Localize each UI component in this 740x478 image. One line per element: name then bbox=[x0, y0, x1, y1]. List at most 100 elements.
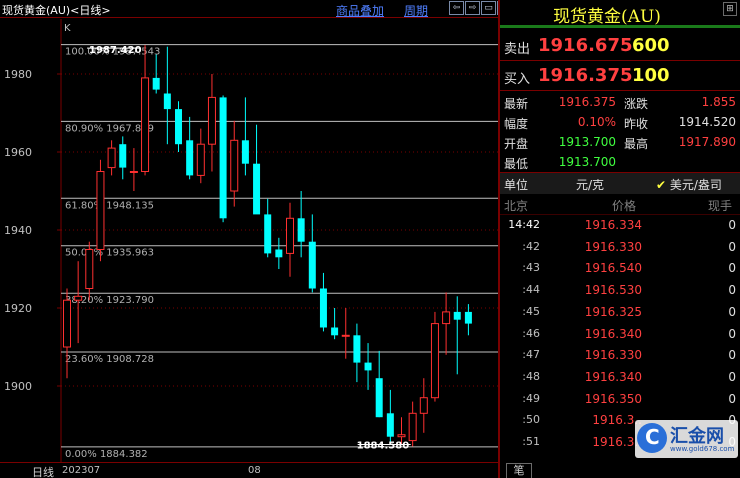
y-tick-label: 1960 bbox=[4, 146, 32, 159]
candle-body bbox=[453, 311, 461, 320]
tick-price: 1916.3.. bbox=[592, 435, 642, 449]
tick-row[interactable]: 14:42 1916.334 0 bbox=[500, 218, 740, 240]
candle-body bbox=[297, 218, 305, 242]
watermark: 汇金网 www.gold678.com bbox=[635, 420, 738, 458]
tick-price: 1916.334 bbox=[584, 218, 642, 232]
stat-label: 最高 bbox=[624, 137, 649, 151]
candle-body bbox=[175, 109, 182, 145]
unit-value[interactable]: 元/克 bbox=[576, 176, 604, 193]
candle-body bbox=[286, 217, 294, 254]
candle-body bbox=[107, 147, 116, 169]
stat-label: 昨收 bbox=[624, 117, 649, 131]
buy-label: 买入 bbox=[504, 72, 531, 87]
candlestick-chart[interactable]: 1900 1920 1940 1960 1980 100.00% 1987.543 80.9… bbox=[0, 19, 498, 462]
candle-body bbox=[408, 412, 417, 442]
fib-label: 0.00% 1884.382 bbox=[65, 449, 148, 460]
tick-price: 1916.350 bbox=[584, 391, 642, 406]
tick-time: :51 bbox=[522, 435, 540, 448]
candle-body bbox=[163, 93, 171, 110]
th-place: 北京 bbox=[504, 199, 529, 213]
scroll-left-button[interactable]: ⇦ bbox=[449, 1, 464, 15]
candle-body bbox=[207, 96, 216, 145]
tick-time: :49 bbox=[522, 391, 540, 405]
candle-body bbox=[129, 171, 138, 173]
tick-time: :50 bbox=[522, 413, 540, 427]
buy-price: 1916.375 bbox=[538, 65, 633, 86]
buy-quote: 买入 1916.375 100 bbox=[500, 61, 740, 91]
candle-body bbox=[264, 214, 272, 254]
y-tick-label: 1980 bbox=[4, 68, 32, 81]
candle-body bbox=[353, 335, 361, 363]
separator bbox=[500, 214, 740, 215]
high-price-label: 1987.420 bbox=[89, 45, 142, 56]
candle-body bbox=[341, 334, 350, 337]
tick-price: 1916.330 bbox=[584, 239, 642, 254]
candle-body bbox=[397, 434, 406, 438]
fib-label: 23.60% 1908.728 bbox=[65, 354, 154, 365]
sell-volume: 600 bbox=[632, 35, 670, 56]
stat-value: 1913.700 bbox=[558, 135, 616, 149]
tick-price: 1916.340 bbox=[584, 369, 642, 384]
stat-label: 最低 bbox=[504, 157, 529, 171]
candle-body bbox=[253, 163, 261, 215]
stat-value: 0.10% bbox=[577, 115, 616, 129]
candle-body bbox=[364, 362, 372, 371]
tick-volume: 0 bbox=[728, 261, 736, 276]
tick-row[interactable]: :47 1916.330 0 bbox=[500, 348, 740, 370]
stat-value: 1.855 bbox=[701, 95, 736, 109]
buy-volume: 100 bbox=[632, 65, 670, 86]
candle-body bbox=[308, 241, 316, 289]
unit-row: 单位 元/克 ✔ 美元/盎司 bbox=[500, 173, 740, 194]
candle-body bbox=[442, 311, 451, 325]
th-volume: 现手 bbox=[708, 199, 733, 213]
candle-body bbox=[85, 249, 94, 289]
tick-row[interactable]: :42 1916.330 0 bbox=[500, 240, 740, 262]
chart-title: 现货黄金(AU)<日线> bbox=[2, 4, 111, 17]
watermark-url: www.gold678.com bbox=[670, 445, 735, 453]
tick-row[interactable]: :43 1916.540 0 bbox=[500, 261, 740, 283]
candle-body bbox=[430, 323, 439, 399]
candle-body bbox=[275, 249, 283, 258]
tick-volume: 0 bbox=[728, 391, 736, 406]
candle-body bbox=[119, 144, 127, 168]
candle-body bbox=[196, 143, 205, 176]
tick-volume: 0 bbox=[728, 369, 736, 384]
tick-time: :43 bbox=[522, 261, 540, 275]
unit-label: 单位 bbox=[504, 178, 529, 192]
period-menu[interactable]: 周期 bbox=[404, 2, 428, 19]
zoom-in-button[interactable]: ▭ bbox=[481, 1, 496, 15]
candle-body bbox=[141, 77, 150, 172]
stat-value: 1914.520 bbox=[678, 115, 736, 129]
tick-price: 1916.325 bbox=[584, 304, 642, 319]
tick-row[interactable]: :49 1916.350 0 bbox=[500, 392, 740, 414]
period-label[interactable]: 日线 bbox=[32, 464, 54, 478]
tick-row[interactable]: :44 1916.530 0 bbox=[500, 283, 740, 305]
low-price-label: 1884.580 bbox=[357, 440, 410, 451]
y-tick-label: 1940 bbox=[4, 224, 32, 237]
date-axis-bar: 日线 202307 08 bbox=[0, 462, 498, 478]
candle-body bbox=[386, 413, 394, 437]
tick-volume: 0 bbox=[728, 218, 736, 232]
fib-label: 61.80% 1948.135 bbox=[65, 200, 154, 211]
tick-time: :42 bbox=[522, 239, 540, 253]
currency-toggle[interactable]: ✔ 美元/盎司 bbox=[656, 176, 722, 193]
candle-body bbox=[241, 140, 249, 164]
tick-time: :46 bbox=[522, 326, 540, 340]
tick-row[interactable]: :48 1916.340 0 bbox=[500, 370, 740, 392]
tick-row[interactable]: :46 1916.340 0 bbox=[500, 327, 740, 349]
tick-price: 1916.3.. bbox=[592, 413, 642, 428]
tick-row[interactable]: :45 1916.325 0 bbox=[500, 305, 740, 327]
check-icon: ✔ bbox=[656, 178, 667, 192]
tick-time: :44 bbox=[522, 283, 540, 297]
overlay-commodity-menu[interactable]: 商品叠加 bbox=[336, 2, 384, 19]
tick-time: :47 bbox=[522, 348, 540, 362]
date-start-label: 202307 bbox=[62, 465, 101, 476]
tab-trades[interactable]: 笔 bbox=[506, 463, 532, 478]
candle-body bbox=[63, 299, 71, 348]
candle-body bbox=[186, 140, 194, 176]
fib-label: 50.00% 1935.963 bbox=[65, 248, 154, 259]
kline-marker: K bbox=[64, 23, 71, 34]
scroll-right-button[interactable]: ⇨ bbox=[465, 1, 480, 15]
panel-toggle-icon[interactable]: ⊞ bbox=[723, 2, 737, 16]
candlestick-svg[interactable]: 19001920194019601980100.00% 1987.54380.9… bbox=[0, 19, 498, 462]
